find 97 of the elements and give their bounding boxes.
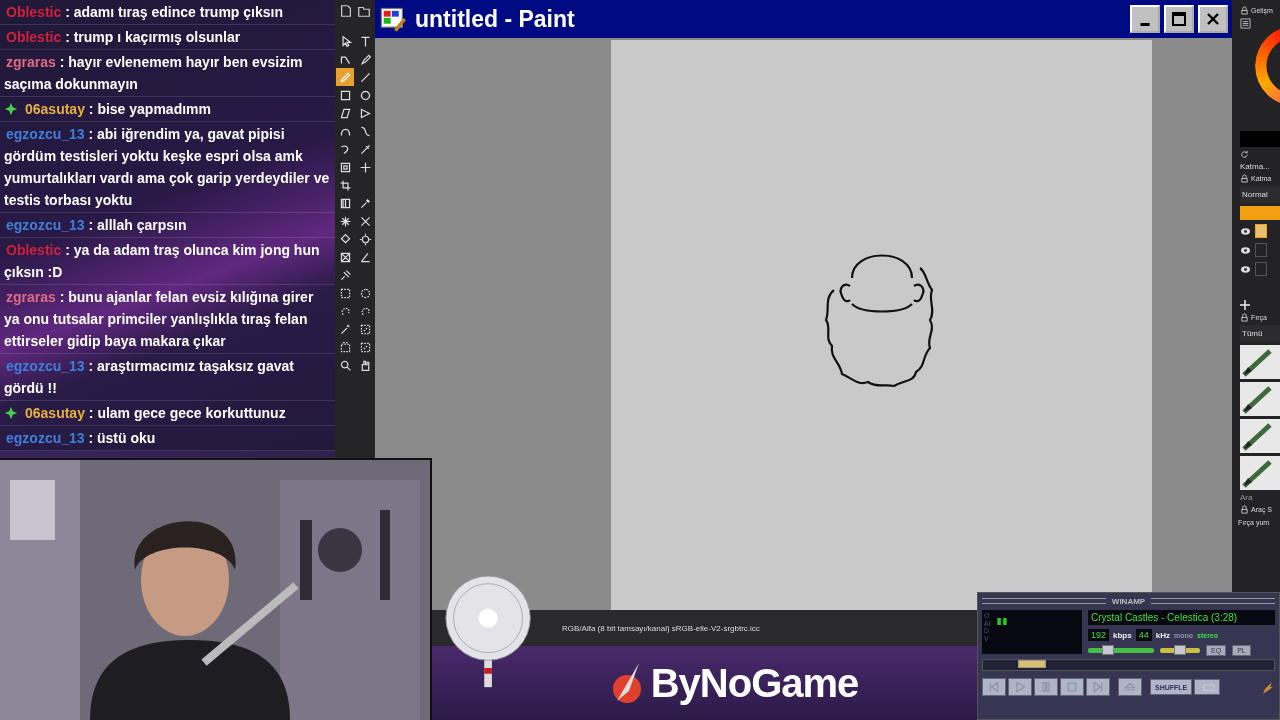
select-edit-icon (358, 322, 372, 336)
zoom-icon (338, 358, 352, 372)
pen-icon (358, 52, 372, 66)
balance-slider[interactable] (1160, 648, 1200, 653)
next-icon (1092, 681, 1104, 693)
chat-message: Oblestic : trump ı kaçırmış olsunlar (5, 28, 242, 47)
lock-icon (1240, 505, 1249, 514)
chat-message: 06asutay : ulam gece gece korkuttunuz (24, 404, 287, 423)
stop-button[interactable] (1060, 678, 1084, 696)
chat-message: Oblestic : adamı tıraş edince trump çıksın (5, 3, 284, 22)
chat-message: Oblestic : ya da adam traş olunca kim jong hun çıksın :D (4, 241, 321, 282)
lock-icon (1240, 174, 1249, 183)
minimize-button[interactable] (1130, 5, 1160, 33)
chat-message: egzozcu_13 : alllah çarpsın (5, 216, 188, 235)
chat-message: egzozcu_13 : abi iğrendim ya, gavat pipisi gördüm testisleri yoktu keşke espri olsa amk yumurtalıkları vardı ama çok garip yerdeydiler ve testis torbası yoktu (4, 125, 331, 210)
refresh-icon[interactable] (1240, 150, 1249, 159)
folder-icon[interactable] (357, 4, 371, 18)
close-icon (1205, 11, 1221, 27)
maximize-button[interactable] (1164, 5, 1194, 33)
pause-indicator-icon (997, 618, 1007, 625)
chat-message: 06asutay : bise yapmadımm (24, 100, 212, 119)
pencil-icon (338, 70, 352, 84)
previous-icon (988, 681, 1000, 693)
chat-message: zgraras : bunu ajanlar felan evsiz kılığına girer ya onu tutsalar primciler yanlışlıkla tıraş felan ettirseler gidip baya makara çıkar (4, 288, 315, 351)
triangle-icon (358, 106, 372, 120)
diamond-icon (4, 406, 18, 420)
blend-mode-dropdown[interactable]: Normal (1240, 186, 1280, 203)
color-swatch[interactable] (1240, 131, 1280, 147)
samplerate-value: 44 (1135, 629, 1152, 641)
list-icon[interactable] (1240, 18, 1251, 29)
pin-icon (338, 268, 352, 282)
chat-message: zgraras : hayır evlenemem hayır ben evsizim saçıma dokunmayın (4, 53, 304, 94)
lock-icon (1240, 6, 1249, 15)
diamond-icon (4, 102, 18, 116)
maximize-icon (1171, 11, 1187, 27)
select-edit-icon (358, 340, 372, 354)
play-icon (1014, 681, 1026, 693)
next-button[interactable] (1086, 678, 1110, 696)
ellipse-select-icon (358, 286, 372, 300)
window-title: untitled - Paint (415, 5, 576, 33)
seek-thumb[interactable] (1018, 660, 1047, 668)
brush-preview[interactable] (1240, 382, 1280, 416)
sparkle-icon (338, 214, 352, 228)
balance-thumb[interactable] (1174, 645, 1186, 655)
eye-icon[interactable] (1240, 264, 1251, 274)
track-title: Crystal Castles - Celestica (3:28) (1088, 610, 1275, 625)
volume-slider[interactable] (1088, 648, 1154, 653)
pause-button[interactable] (1034, 678, 1058, 696)
pause-icon (1040, 681, 1052, 693)
repeat-button[interactable] (1194, 679, 1221, 695)
scissors-icon (358, 214, 372, 228)
eye-icon[interactable] (1240, 226, 1251, 236)
new-file-icon[interactable] (339, 4, 353, 18)
eyedropper-icon (358, 196, 372, 210)
rectangle-select-icon (338, 286, 352, 300)
status-text: RGB/Alfa (8 bit tamsayı/kanal) sRGB-elle-V2-srgbtrc.icc (562, 623, 760, 633)
bezier-icon (358, 124, 372, 138)
panel-tab[interactable]: Katma... (1240, 162, 1280, 171)
gear-icon (358, 232, 372, 246)
brush-icon (358, 142, 372, 156)
play-button[interactable] (1008, 678, 1032, 696)
bitrate-unit: kbps (1113, 630, 1132, 640)
filter-dropdown[interactable]: Tümü (1240, 325, 1280, 342)
stop-icon (1066, 681, 1078, 693)
lock-icon (1240, 313, 1249, 322)
volume-thumb[interactable] (1101, 645, 1114, 655)
samplerate-unit: kHz (1155, 630, 1170, 640)
logo-text: ByNoGame (650, 660, 859, 706)
player-title: WINAMP (1111, 596, 1146, 606)
bucket-icon (338, 232, 352, 246)
brush-preview[interactable] (1240, 456, 1280, 490)
brush-preview[interactable] (1240, 345, 1280, 379)
eye-icon[interactable] (1240, 245, 1251, 255)
angle-icon (358, 250, 372, 264)
brush-preview[interactable] (1240, 419, 1280, 453)
eject-icon (1124, 681, 1136, 693)
move-icon (358, 160, 372, 174)
transform-icon (338, 160, 352, 174)
seek-bar[interactable] (982, 659, 1275, 671)
eject-button[interactable] (1118, 678, 1142, 696)
minimize-icon (1140, 22, 1150, 26)
line-icon (358, 70, 372, 84)
close-button[interactable] (1198, 5, 1228, 33)
select-box-icon (338, 340, 352, 354)
rectangle-icon (338, 88, 352, 102)
chat-message: egzozcu_13 : araştırmacımız taşaksız gavat gördü !! (4, 357, 295, 398)
chat-message: egzozcu_13 : üstü oku (5, 429, 157, 448)
warp-icon (338, 250, 352, 264)
gradient-icon (338, 196, 352, 210)
paint-app-icon (379, 5, 407, 33)
crop-icon (338, 178, 352, 192)
polygon-icon (338, 106, 352, 120)
bitrate-value: 192 (1088, 629, 1110, 641)
previous-button[interactable] (982, 678, 1006, 696)
wand-icon (338, 322, 352, 336)
text-tool-icon (358, 34, 372, 48)
search-field[interactable]: Ara (1240, 493, 1280, 502)
